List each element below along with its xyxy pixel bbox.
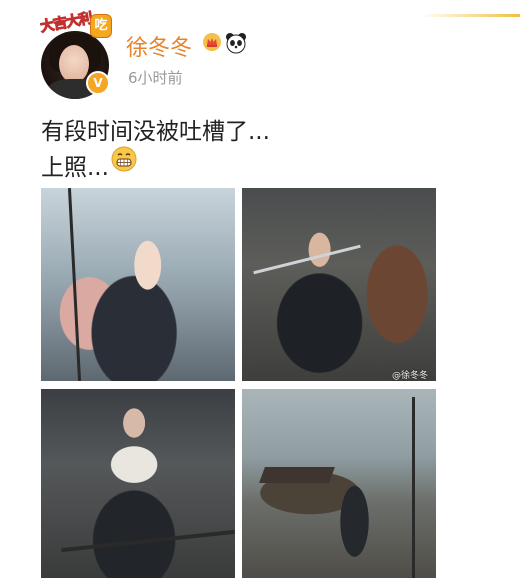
spear-shape [67,188,82,381]
avatar-face [59,45,89,83]
photo-watermark: @徐冬冬 [392,371,429,381]
photo-4[interactable] [242,389,436,578]
avatar-sticker: 大吉大利 吃 [39,10,112,38]
sword-shape [253,244,361,275]
top-accent-line [420,14,520,17]
spear-shape [61,529,235,553]
post-text-line-2: 上照... [41,155,109,181]
verified-badge-icon: V [86,71,110,95]
avatar-sticker-text: 大吉大利 [39,10,94,36]
grin-emoji-icon [111,146,137,172]
post-text-line-1: 有段时间没被吐槽了... [41,119,270,145]
pole-shape [412,397,415,578]
house-roof-shape [259,467,335,483]
panda-icon [226,33,246,54]
avatar-sticker-chip: 吃 [90,14,112,38]
crown-icon [203,33,221,51]
photo-2[interactable]: @徐冬冬 [242,188,436,381]
username[interactable]: 徐冬冬 [126,30,192,62]
post-timestamp: 6小时前 [128,69,183,87]
photo-3[interactable] [41,389,235,578]
photo-1[interactable] [41,188,235,381]
